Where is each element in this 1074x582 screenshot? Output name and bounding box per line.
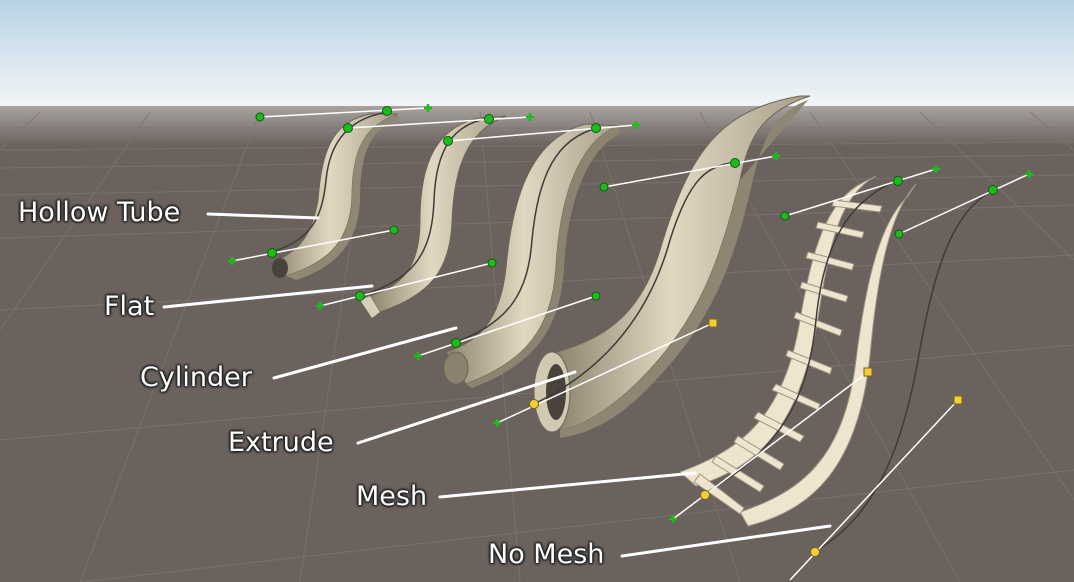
callout-mesh: Mesh [356, 481, 428, 512]
callout-extrude: Extrude [228, 427, 334, 458]
callout-no-mesh: No Mesh [488, 539, 605, 570]
callout-hollow-tube: Hollow Tube [18, 197, 181, 228]
sky [0, 0, 1074, 112]
horizon-haze [0, 106, 1074, 146]
callout-cylinder: Cylinder [140, 362, 252, 393]
callout-flat: Flat [104, 291, 155, 322]
scene-viewport[interactable]: Hollow Tube Flat Cylinder Extrude Mesh N… [0, 0, 1074, 582]
scene-view[interactable] [0, 0, 1074, 582]
